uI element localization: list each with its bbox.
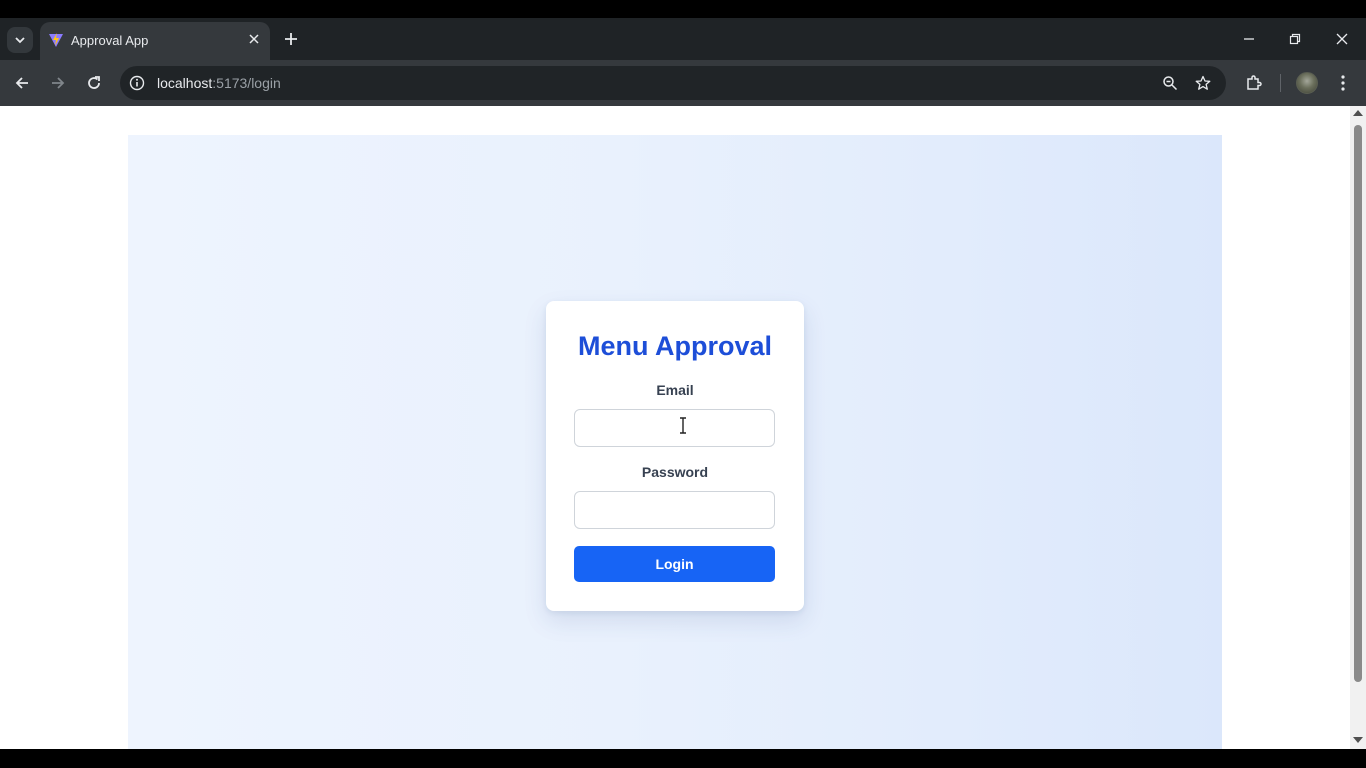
screen: Approval App localhost:5173/login Menu A… <box>0 0 1366 768</box>
text-cursor-icon <box>680 417 686 434</box>
plus-icon <box>285 33 297 45</box>
close-icon <box>1336 33 1348 45</box>
zoom-icon[interactable] <box>1161 74 1179 92</box>
reload-icon <box>88 76 100 89</box>
arrow-left-icon <box>15 77 28 89</box>
url-text: localhost:5173/login <box>157 75 281 91</box>
url-path: :5173/login <box>212 75 281 91</box>
address-bar[interactable]: localhost:5173/login <box>120 66 1226 100</box>
chevron-down-icon <box>15 37 25 44</box>
new-tab-button[interactable] <box>281 29 301 49</box>
login-button[interactable]: Login <box>574 546 775 582</box>
page-title: Menu Approval <box>577 331 772 361</box>
forward-button[interactable] <box>46 71 70 95</box>
password-label: Password <box>641 464 709 480</box>
minimize-button[interactable] <box>1238 28 1260 50</box>
url-host: localhost <box>157 75 213 91</box>
browser-toolbar: localhost:5173/login <box>0 60 1366 106</box>
page-viewport: Menu Approval Email Password Login <box>0 106 1366 749</box>
kebab-menu-icon <box>1341 75 1345 91</box>
reload-button[interactable] <box>82 71 106 95</box>
browser-tab[interactable]: Approval App <box>40 22 270 60</box>
profile-avatar[interactable] <box>1296 72 1318 94</box>
email-label: Email <box>656 382 694 398</box>
email-field[interactable] <box>574 409 775 447</box>
tab-strip: Approval App <box>0 18 1366 60</box>
puzzle-icon <box>1247 75 1262 90</box>
back-button[interactable] <box>10 71 34 95</box>
restore-icon <box>1289 33 1301 45</box>
browser-menu-button[interactable] <box>1331 71 1355 95</box>
login-card: Menu Approval Email Password Login <box>546 301 804 611</box>
vite-logo-icon <box>49 33 63 47</box>
extensions-button[interactable] <box>1242 71 1266 95</box>
close-window-button[interactable] <box>1331 28 1353 50</box>
arrow-right-icon <box>52 77 65 89</box>
tab-search-button[interactable] <box>7 27 33 53</box>
restore-button[interactable] <box>1284 28 1306 50</box>
scroll-up-arrow-icon[interactable] <box>1353 110 1363 116</box>
password-field[interactable] <box>574 491 775 529</box>
bookmark-star-icon[interactable] <box>1194 74 1212 92</box>
page-scrollbar[interactable] <box>1350 106 1366 749</box>
tab-title: Approval App <box>71 33 149 48</box>
tab-close-icon[interactable] <box>246 31 262 47</box>
minimize-icon <box>1244 38 1254 40</box>
scroll-down-arrow-icon[interactable] <box>1353 737 1363 743</box>
toolbar-divider <box>1280 74 1281 92</box>
scroll-thumb[interactable] <box>1354 125 1362 682</box>
site-info-icon[interactable] <box>128 74 146 92</box>
